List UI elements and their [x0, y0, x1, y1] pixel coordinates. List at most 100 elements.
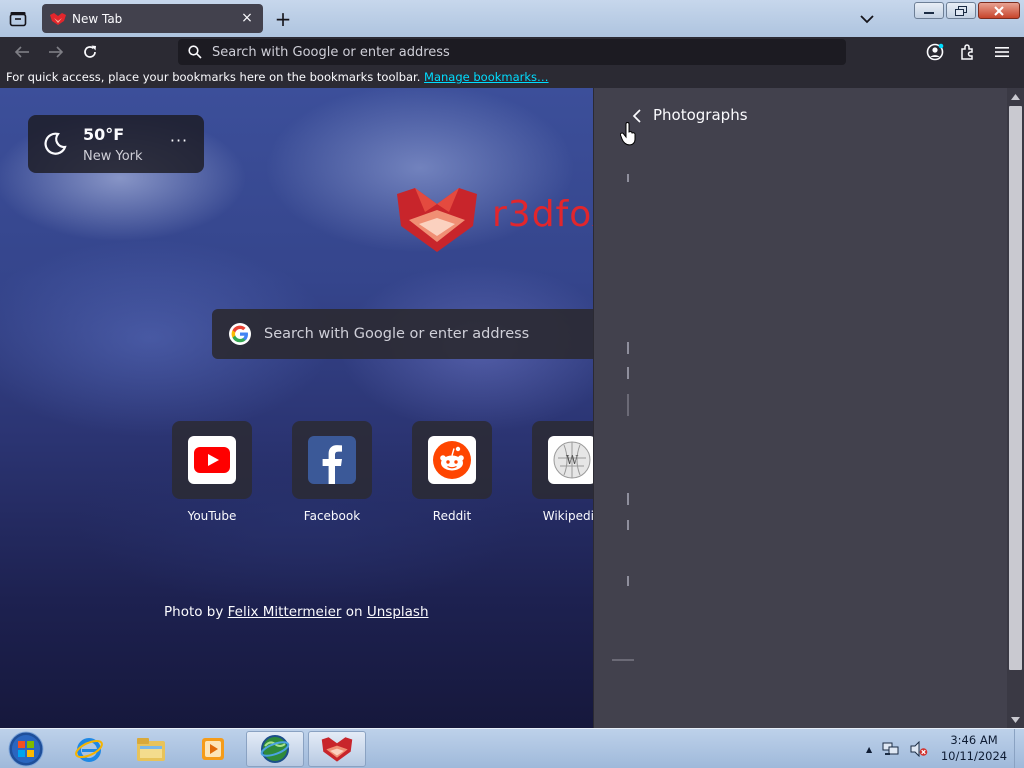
- svg-text:W: W: [566, 453, 579, 467]
- volume-muted-icon[interactable]: [910, 741, 928, 757]
- back-button[interactable]: [9, 40, 35, 64]
- taskbar-media-player[interactable]: [184, 731, 242, 767]
- weather-widget[interactable]: 50°F New York ···: [28, 115, 204, 173]
- internet-explorer-icon: [75, 738, 103, 762]
- panel-scrollbar[interactable]: [1007, 88, 1024, 728]
- app-menu-button[interactable]: [989, 40, 1015, 64]
- loading-fragment: [627, 493, 629, 505]
- hand-cursor-icon: [620, 122, 636, 146]
- credit-middle: on: [341, 604, 367, 620]
- account-icon: [926, 43, 944, 61]
- window-controls: [914, 2, 1020, 19]
- extensions-button[interactable]: [955, 40, 981, 64]
- wallpaper-background: 50°F New York ··· r3dfox Search with Goo…: [0, 88, 632, 728]
- weather-menu-button[interactable]: ···: [168, 133, 190, 155]
- arrow-down-icon: [1011, 716, 1020, 723]
- forward-arrow-icon: [49, 46, 64, 58]
- youtube-icon: [188, 436, 236, 484]
- credit-prefix: Photo by: [164, 604, 228, 620]
- close-icon: [994, 5, 1004, 16]
- back-arrow-icon: [14, 46, 29, 58]
- url-bar[interactable]: [178, 39, 846, 65]
- system-tray: ▲: [866, 737, 928, 761]
- scroll-up-button[interactable]: [1007, 88, 1024, 105]
- scroll-down-button[interactable]: [1007, 711, 1024, 728]
- bookmarks-toolbar: For quick access, place your bookmarks h…: [0, 67, 1024, 88]
- show-hidden-icons-button[interactable]: ▲: [866, 745, 872, 754]
- photo-author-link[interactable]: Felix Mittermeier: [228, 604, 342, 620]
- shortcut-tile: [412, 421, 492, 499]
- hamburger-menu-icon: [995, 47, 1009, 57]
- moon-icon: [44, 132, 67, 155]
- taskbar-internet-explorer[interactable]: [60, 731, 118, 767]
- chevron-down-icon: [860, 15, 874, 24]
- account-button[interactable]: [922, 40, 948, 64]
- shortcut-facebook[interactable]: Facebook: [292, 421, 372, 533]
- windows-taskbar: ▲ 3:46 AM 10/11/2024: [0, 728, 1024, 768]
- close-window-button[interactable]: [978, 2, 1020, 19]
- loading-fragment: [627, 520, 629, 530]
- restore-icon: [955, 5, 967, 16]
- shortcut-label: YouTube: [187, 509, 237, 523]
- windows-start-orb-icon: [8, 731, 44, 767]
- firefox-view-button[interactable]: [4, 5, 32, 33]
- forward-button[interactable]: [43, 40, 69, 64]
- wikipedia-icon: W: [548, 436, 596, 484]
- show-desktop-button[interactable]: [1014, 729, 1024, 768]
- arrow-up-icon: [1011, 93, 1020, 100]
- weather-location: New York: [83, 149, 143, 164]
- file-explorer-icon: [137, 738, 165, 761]
- taskbar-file-explorer[interactable]: [122, 731, 180, 767]
- loading-fragment: [627, 576, 629, 586]
- shortcut-youtube[interactable]: YouTube: [172, 421, 252, 533]
- tab-close-button[interactable]: ×: [239, 10, 255, 26]
- photo-credit: Photo by Felix Mittermeier on Unsplash: [164, 604, 429, 620]
- tab-title: New Tab: [72, 11, 123, 26]
- newtab-search-input[interactable]: [264, 326, 604, 342]
- bookmarks-empty-message: For quick access, place your bookmarks h…: [6, 70, 421, 84]
- shortcut-tile: [292, 421, 372, 499]
- reload-icon: [84, 45, 96, 58]
- shortcut-label: Facebook: [303, 509, 361, 523]
- start-button[interactable]: [4, 730, 48, 768]
- reddit-icon: [428, 436, 476, 484]
- loading-fragment: [627, 174, 629, 182]
- newtab-search-box[interactable]: [212, 309, 632, 359]
- taskbar-clock[interactable]: 3:46 AM 10/11/2024: [936, 732, 1012, 764]
- firefox-view-icon: [9, 12, 27, 27]
- shortcut-reddit[interactable]: Reddit: [412, 421, 492, 533]
- reload-button[interactable]: [77, 40, 103, 64]
- shortcut-label: Reddit: [432, 509, 472, 523]
- navigation-toolbar: [0, 37, 1024, 67]
- network-globe-icon: [260, 735, 290, 763]
- tab-new-tab[interactable]: New Tab ×: [42, 4, 263, 33]
- weather-temperature: 50°F: [83, 125, 125, 144]
- extensions-icon: [961, 44, 973, 60]
- facebook-icon: [308, 436, 356, 484]
- r3dfox-favicon-icon: [50, 12, 66, 25]
- title-bar: New Tab × +: [0, 0, 1024, 37]
- scroll-thumb[interactable]: [1009, 106, 1022, 670]
- unsplash-link[interactable]: Unsplash: [367, 604, 429, 620]
- minimize-icon: [924, 11, 934, 14]
- network-status-icon[interactable]: [882, 741, 900, 757]
- search-icon: [188, 45, 202, 59]
- r3dfox-logo-icon: [397, 188, 477, 252]
- minimize-button[interactable]: [914, 2, 944, 19]
- media-player-icon: [202, 738, 224, 760]
- list-all-tabs-button[interactable]: [856, 8, 878, 30]
- browser-window: New Tab × + Search with Google or enter …: [0, 0, 1024, 768]
- new-tab-button[interactable]: +: [272, 8, 294, 30]
- clock-time: 3:46 AM: [950, 733, 998, 747]
- loading-fragment: [612, 659, 634, 661]
- clock-date: 10/11/2024: [940, 749, 1008, 763]
- manage-bookmarks-link[interactable]: Manage bookmarks…: [424, 70, 549, 84]
- loading-fragment: [627, 342, 629, 354]
- taskbar-r3dfox[interactable]: [308, 731, 366, 767]
- url-input[interactable]: [212, 44, 812, 60]
- r3dfox-icon: [321, 737, 353, 762]
- taskbar-network-app[interactable]: [246, 731, 304, 767]
- chevron-left-icon: [632, 109, 641, 123]
- google-g-icon: [229, 323, 251, 345]
- restore-button[interactable]: [946, 2, 976, 19]
